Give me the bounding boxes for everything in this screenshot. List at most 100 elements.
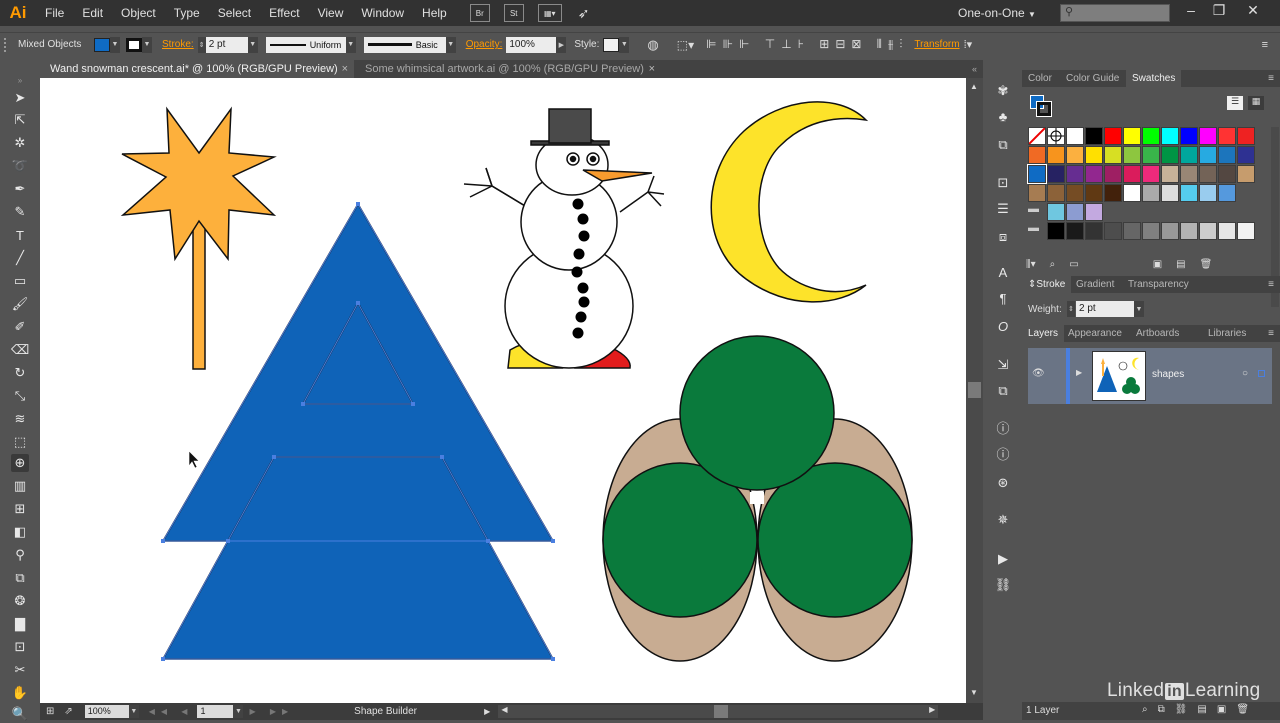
minimize-button[interactable]: – <box>1178 0 1204 22</box>
tab-color[interactable]: Color <box>1022 70 1058 87</box>
tab-wand-snowman[interactable]: Wand snowman crescent.ai* @ 100% (RGB/GP… <box>40 60 354 78</box>
swatch[interactable] <box>1028 146 1046 164</box>
menu-view[interactable]: View <box>309 0 353 26</box>
swatch[interactable]: ▬ <box>1028 222 1046 240</box>
swatch[interactable] <box>1123 222 1141 240</box>
align-buttons-icon[interactable]: ⊫⊪⊩ ⊤⊥⊦ ⊞⊟⊠ ⫴⫵⫶ <box>706 37 908 52</box>
menu-file[interactable]: File <box>36 0 73 26</box>
hand-tool-icon[interactable]: ✋ <box>11 684 29 702</box>
scroll-thumb[interactable] <box>968 382 981 398</box>
fill-dropdown[interactable]: ▼ <box>110 36 120 53</box>
zoom-dropdown[interactable]: ▼ <box>128 705 139 718</box>
swatch[interactable]: ▬ <box>1028 203 1046 221</box>
opentype-icon[interactable]: O <box>993 318 1013 336</box>
variable-width-profile[interactable]: Uniform <box>265 36 346 53</box>
type-tool-icon[interactable]: T <box>11 226 29 244</box>
free-transform-tool-icon[interactable]: ⬚ <box>11 433 29 451</box>
swatch[interactable] <box>1066 146 1084 164</box>
swatch[interactable] <box>1123 127 1141 145</box>
swatch[interactable] <box>1085 222 1103 240</box>
swatch[interactable] <box>1142 165 1160 183</box>
links-icon[interactable]: ⛓ <box>993 576 1013 594</box>
artboard-canvas[interactable] <box>40 78 966 703</box>
panel-menu-icon[interactable]: ≡ <box>1268 276 1274 293</box>
scroll-left-icon[interactable]: ◀ <box>501 705 507 714</box>
swatch[interactable] <box>1085 203 1103 221</box>
swatch[interactable] <box>1180 146 1198 164</box>
align-to-icon[interactable]: ⬚▾ <box>677 38 694 52</box>
swatch[interactable] <box>1218 127 1236 145</box>
opacity-link[interactable]: Opacity: <box>466 39 503 50</box>
arrange-documents-icon[interactable]: ▦▾ <box>537 4 562 22</box>
swatch[interactable] <box>1142 184 1160 202</box>
club-icon[interactable]: ♣ <box>993 108 1013 126</box>
selection-indicator[interactable] <box>1258 370 1265 377</box>
menu-select[interactable]: Select <box>209 0 260 26</box>
bridge-icon[interactable]: Br <box>469 4 490 22</box>
vertical-scrollbar[interactable]: ▲ ▼ <box>966 78 983 703</box>
magic-wand-tool-icon[interactable]: ✲ <box>11 134 29 152</box>
panel-menu-icon[interactable]: ≡ <box>1268 70 1274 87</box>
slice-tool-icon[interactable]: ✂ <box>11 661 29 679</box>
swatch[interactable] <box>1066 165 1084 183</box>
layer-row-shapes[interactable]: 👁 ▶ shapes ○ <box>1028 348 1272 404</box>
swatch[interactable] <box>1047 165 1065 183</box>
status-menu-icon[interactable]: ▶ <box>484 707 490 716</box>
tab-transparency[interactable]: Transparency <box>1122 276 1195 293</box>
paintbrush-tool-icon[interactable]: 🖌 <box>11 295 29 313</box>
swatch[interactable] <box>1104 165 1122 183</box>
stroke-weight-field[interactable]: 2 pt <box>205 36 248 53</box>
tab-appearance[interactable]: Appearance <box>1062 325 1128 342</box>
swatch[interactable] <box>1218 165 1236 183</box>
hscroll-thumb[interactable] <box>714 705 729 718</box>
document-info-icon[interactable]: ⓘ <box>993 446 1013 464</box>
curvature-tool-icon[interactable]: ✎ <box>11 203 29 221</box>
artboard-nav-prev-icon[interactable]: ◀◀ ◀ <box>149 707 194 716</box>
swatch[interactable] <box>1237 146 1255 164</box>
style-dropdown[interactable]: ▼ <box>619 36 630 53</box>
swatch[interactable] <box>1047 127 1065 145</box>
swatch[interactable] <box>1066 222 1084 240</box>
rectangle-tool-icon[interactable]: ▭ <box>11 272 29 290</box>
swatch[interactable] <box>1180 127 1198 145</box>
attributes-icon[interactable]: ⊛ <box>993 474 1013 492</box>
swatch[interactable] <box>1199 184 1217 202</box>
delete-swatch-icon[interactable]: 🗑 <box>1200 259 1213 273</box>
list-view-icon[interactable]: ☰ <box>1227 96 1243 110</box>
direct-selection-tool-icon[interactable]: ⇱ <box>11 111 29 129</box>
wand-shape[interactable] <box>120 106 277 370</box>
swatch[interactable] <box>1085 165 1103 183</box>
swatch[interactable] <box>1218 146 1236 164</box>
scroll-right-icon[interactable]: ▶ <box>929 705 935 714</box>
menu-object[interactable]: Object <box>112 0 165 26</box>
panel-menu-icon[interactable]: ≡ <box>1268 325 1274 342</box>
layers-actions-icon[interactable]: ⌕⧉⛓▤▣🗑 <box>1142 704 1259 715</box>
tab-libraries[interactable]: Libraries <box>1202 325 1252 342</box>
crescent-moon-shape[interactable] <box>710 101 869 303</box>
new-color-group-icon[interactable]: ▣ <box>1153 259 1162 273</box>
line-tool-icon[interactable]: ╱ <box>11 249 29 267</box>
isolate-menu-icon[interactable]: ⁞▾ <box>964 38 973 51</box>
close-button[interactable]: ✕ <box>1240 0 1266 22</box>
swatch[interactable] <box>1199 165 1217 183</box>
tab-artboards[interactable]: Artboards <box>1130 325 1185 342</box>
artboard-options-icon[interactable]: ⊞ <box>46 706 54 717</box>
expand-layer-icon[interactable]: ▶ <box>1076 368 1082 377</box>
expand-icon[interactable]: » <box>10 77 30 85</box>
perspective-grid-tool-icon[interactable]: ▥ <box>11 477 29 495</box>
swatch[interactable] <box>1123 165 1141 183</box>
stroke-weight-dropdown[interactable]: ▼ <box>247 36 258 53</box>
snowman-shape[interactable] <box>463 108 665 369</box>
swatch[interactable] <box>1047 146 1065 164</box>
restore-button[interactable]: ❐ <box>1206 0 1232 22</box>
menu-edit[interactable]: Edit <box>73 0 112 26</box>
grid-view-icon[interactable]: ▦ <box>1248 96 1264 110</box>
swatch[interactable] <box>1085 184 1103 202</box>
swatch[interactable] <box>1142 127 1160 145</box>
profile-dropdown[interactable]: ▼ <box>345 36 356 53</box>
character-icon[interactable]: A <box>993 264 1013 282</box>
gradient-tool-icon[interactable]: ◧ <box>11 523 29 541</box>
info-icon[interactable]: ⓘ <box>993 420 1013 438</box>
swatch[interactable] <box>1199 222 1217 240</box>
horizontal-scrollbar[interactable]: ◀ ▶ <box>498 705 939 718</box>
